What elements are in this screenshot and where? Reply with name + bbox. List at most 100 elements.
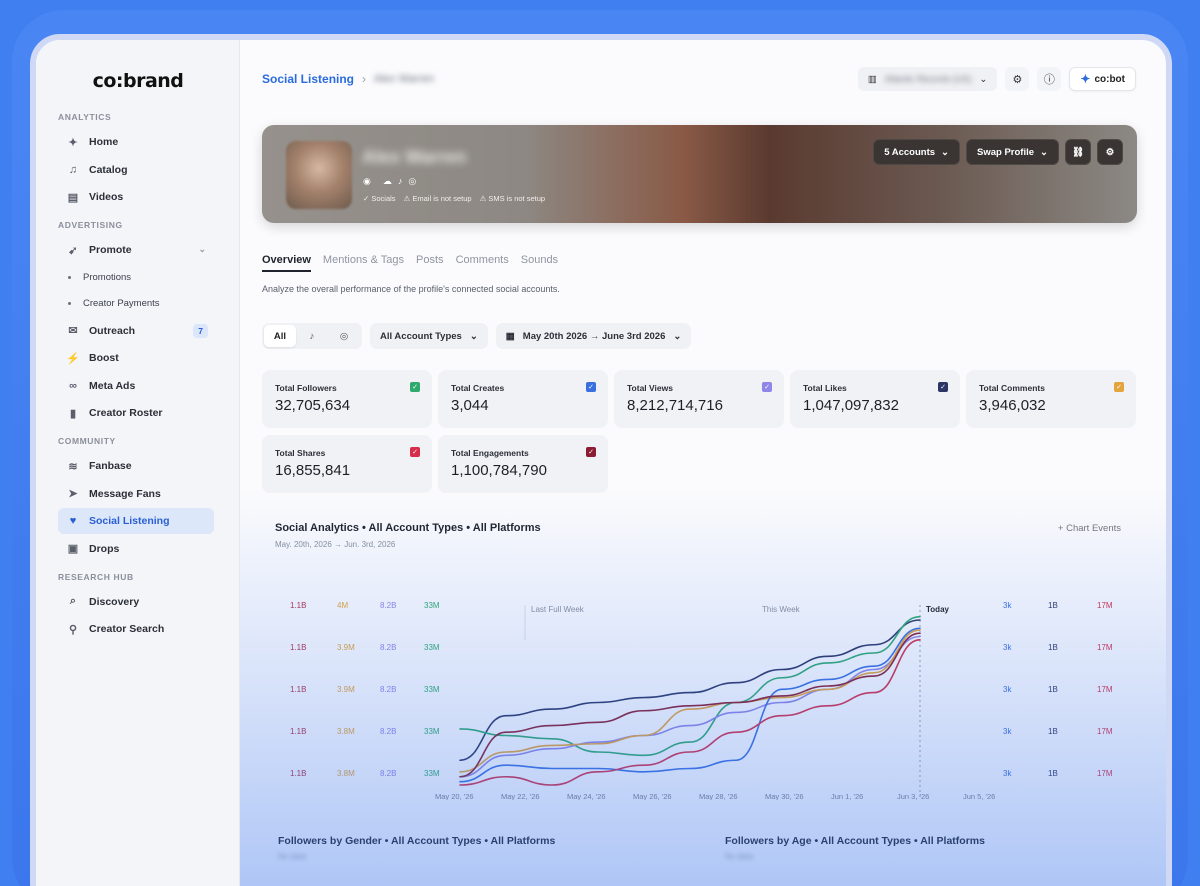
social-analytics-chart: 1.1B 1.1B 1.1B 1.1B 1.1B 4M 3.9M 3.9M 3.8M 3.8M 8.… bbox=[290, 601, 1113, 800]
tiktok-icon[interactable]: ♪ bbox=[398, 176, 403, 187]
x-axis-tick-label: May 28, '26 bbox=[699, 792, 738, 800]
tab-comments[interactable]: Comments bbox=[456, 254, 509, 272]
instagram-option[interactable]: ◎ bbox=[328, 325, 360, 347]
tiktok-option[interactable]: ♪ bbox=[296, 325, 328, 347]
checkbox-icon[interactable]: ✓ bbox=[586, 447, 596, 457]
stat-card-engagements[interactable]: Total Engagements 1,100,784,790 ✓ bbox=[438, 435, 608, 493]
checkbox-icon[interactable]: ✓ bbox=[762, 382, 772, 392]
stat-card-followers[interactable]: Total Followers 32,705,634 ✓ bbox=[262, 370, 432, 428]
stat-value: 3,946,032 bbox=[979, 397, 1046, 414]
y-axis-tick-label: 1.1B bbox=[290, 727, 306, 736]
instagram-icon[interactable]: ◎ bbox=[408, 176, 416, 187]
tab-bar: Overview Mentions & Tags Posts Comments … bbox=[262, 254, 558, 272]
soundcloud-icon[interactable]: ☁ bbox=[383, 176, 392, 187]
sidebar-item-catalog[interactable]: ♫ Catalog bbox=[58, 157, 214, 183]
bullet-icon bbox=[68, 275, 71, 279]
stat-label: Total Creates bbox=[451, 383, 505, 393]
info-button[interactable]: ⓘ bbox=[1037, 67, 1062, 91]
tab-overview[interactable]: Overview bbox=[262, 254, 311, 272]
sidebar-item-boost[interactable]: ⚡ Boost bbox=[58, 345, 214, 371]
tab-mentions-tags[interactable]: Mentions & Tags bbox=[323, 254, 404, 272]
y-axis-tick-label: 17M bbox=[1097, 643, 1113, 652]
platform-all-option[interactable]: All bbox=[264, 325, 296, 347]
sidebar-item-outreach[interactable]: ✉ Outreach 7 bbox=[58, 318, 214, 344]
series-line bbox=[459, 615, 921, 757]
y-axis-tick-label: 17M bbox=[1097, 601, 1113, 610]
y-axis-tick-label: 1.1B bbox=[290, 685, 306, 694]
stat-card-creates[interactable]: Total Creates 3,044 ✓ bbox=[438, 370, 608, 428]
sidebar-item-home[interactable]: ✦ Home bbox=[58, 129, 214, 155]
sidebar-item-label: Creator Payments bbox=[83, 298, 160, 309]
y-axis-tick-label: 3k bbox=[1003, 727, 1012, 736]
gear-icon: ⚙ bbox=[1012, 73, 1023, 86]
sidebar-item-label: Promotions bbox=[83, 271, 132, 283]
sidebar-item-videos[interactable]: ▤ Videos bbox=[58, 184, 214, 210]
sidebar-item-label: Creator Search bbox=[89, 623, 165, 635]
cobot-label: co:bot bbox=[1094, 73, 1125, 85]
tab-sounds[interactable]: Sounds bbox=[521, 254, 558, 272]
y-axis-tick-label: 1.1B bbox=[290, 643, 306, 652]
rocket-icon: ➹ bbox=[68, 244, 78, 257]
checkbox-icon[interactable]: ✓ bbox=[410, 382, 420, 392]
checkbox-icon[interactable]: ✓ bbox=[586, 382, 596, 392]
profile-settings-button[interactable]: ⚙ bbox=[1097, 139, 1123, 165]
heart-icon: ♥ bbox=[69, 515, 77, 527]
chart-events-button[interactable]: + Chart Events bbox=[1058, 523, 1121, 534]
sidebar-item-promotions[interactable]: Promotions bbox=[58, 265, 214, 290]
breadcrumb-root[interactable]: Social Listening bbox=[262, 72, 354, 86]
setup-status: ✓ Socials ⚠ Email is not setup ⚠ SMS is … bbox=[363, 194, 545, 203]
stat-label: Total Likes bbox=[803, 383, 847, 393]
stat-card-views[interactable]: Total Views 8,212,714,716 ✓ bbox=[614, 370, 784, 428]
x-axis-tick-label: May 30, '26 bbox=[765, 792, 804, 800]
sidebar-item-label: Message Fans bbox=[89, 487, 161, 500]
stat-label: Total Views bbox=[627, 383, 673, 393]
link-icon: ⛓ bbox=[1071, 146, 1085, 158]
sidebar-item-creator-roster[interactable]: ▮ Creator Roster bbox=[58, 400, 214, 426]
user-search-icon: ⚲ bbox=[68, 623, 78, 636]
count-badge: 7 bbox=[193, 323, 208, 338]
chevron-down-icon: ⌄ bbox=[673, 330, 682, 342]
chevron-down-icon: ⌄ bbox=[469, 330, 478, 342]
gear-icon: ⚙ bbox=[1105, 146, 1115, 158]
status-email: ⚠ Email is not setup bbox=[403, 194, 472, 203]
chevron-down-icon[interactable]: ⌄ bbox=[198, 244, 206, 255]
sidebar-item-creator-payments[interactable]: Creator Payments bbox=[58, 291, 214, 316]
checkbox-icon[interactable]: ✓ bbox=[410, 447, 420, 457]
sidebar-item-creator-search[interactable]: ⚲ Creator Search bbox=[58, 616, 214, 642]
spotify-icon[interactable]: ◉ bbox=[363, 176, 371, 187]
sidebar-item-label: Discovery bbox=[89, 595, 140, 608]
account-types-dropdown[interactable]: All Account Types ⌄ bbox=[370, 323, 488, 349]
sidebar-item-meta-ads[interactable]: ∞ Meta Ads bbox=[58, 373, 214, 399]
swap-profile-label: Swap Profile bbox=[977, 146, 1035, 158]
stat-card-likes[interactable]: Total Likes 1,047,097,832 ✓ bbox=[790, 370, 960, 428]
sidebar-item-social-listening[interactable]: ♥ Social Listening bbox=[58, 508, 214, 534]
cobot-button[interactable]: ✦ co:bot bbox=[1069, 67, 1136, 91]
swap-profile-button[interactable]: Swap Profile ⌄ bbox=[966, 139, 1059, 165]
organization-select[interactable]: ▥ Atlantic Records (US) ⌄ bbox=[857, 67, 998, 91]
sidebar-item-fanbase[interactable]: ≋ Fanbase bbox=[58, 453, 214, 479]
tab-posts[interactable]: Posts bbox=[416, 254, 444, 272]
platform-icons: ◉ ☁ ♪ ◎ bbox=[363, 176, 416, 187]
checkbox-icon[interactable]: ✓ bbox=[1114, 382, 1124, 392]
sidebar-item-drops[interactable]: ▣ Drops bbox=[58, 536, 214, 562]
stat-card-comments[interactable]: Total Comments 3,946,032 ✓ bbox=[966, 370, 1136, 428]
film-icon: ▤ bbox=[67, 191, 79, 204]
x-axis-tick-label: Jun 3, '26 bbox=[897, 792, 929, 800]
sidebar-item-label: Boost bbox=[89, 352, 119, 364]
y-axis-tick-label: 8.2B bbox=[380, 769, 396, 778]
sidebar-item-label: Social Listening bbox=[89, 515, 170, 527]
accounts-button[interactable]: 5 Accounts ⌄ bbox=[873, 139, 961, 165]
checkbox-icon[interactable]: ✓ bbox=[938, 382, 948, 392]
bullet-icon bbox=[68, 302, 71, 305]
sidebar-item-promote[interactable]: ➹ Promote ⌄ bbox=[58, 237, 214, 263]
copy-link-button[interactable]: ⛓ bbox=[1065, 139, 1091, 165]
sidebar-item-label: Drops bbox=[89, 542, 120, 555]
date-range-picker[interactable]: ▦ May 20th 2026 → June 3rd 2026 ⌄ bbox=[495, 323, 692, 349]
stat-card-shares[interactable]: Total Shares 16,855,841 ✓ bbox=[262, 435, 432, 493]
brand-logo[interactable]: co:brand bbox=[58, 70, 218, 92]
sidebar-item-discovery[interactable]: ⌕ Discovery bbox=[58, 589, 214, 615]
sidebar-item-label: Outreach bbox=[89, 324, 136, 337]
top-bar-actions: ▥ Atlantic Records (US) ⌄ ⚙ ⓘ ✦ co:bot bbox=[857, 67, 1136, 91]
sidebar-item-message-fans[interactable]: ➤ Message Fans bbox=[58, 481, 214, 507]
settings-button[interactable]: ⚙ bbox=[1005, 67, 1030, 91]
